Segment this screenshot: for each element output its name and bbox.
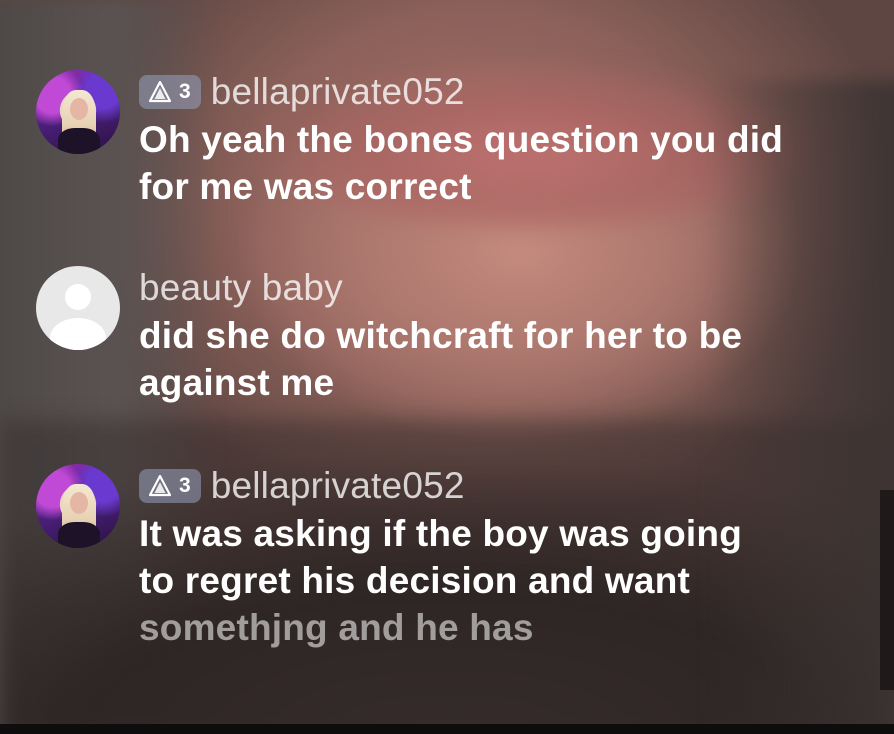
comment-message: Oh yeah the bones question you did for m… (139, 116, 869, 210)
bottom-edge-bar (0, 724, 894, 734)
message-line: did she do witchcraft for her to be (139, 315, 743, 356)
comment-content: 3 bellaprivate052 Oh yeah the bones ques… (139, 70, 869, 210)
message-line: It was asking if the boy was going (139, 513, 743, 554)
level-badge[interactable]: 3 (139, 75, 201, 109)
triangle-level-icon (149, 475, 171, 497)
message-line: against me (139, 362, 335, 403)
badge-level: 3 (179, 80, 191, 103)
message-line: to regret his decision and want (139, 560, 691, 601)
avatar-head-shape (65, 284, 91, 310)
avatar-shoulders-shape (50, 318, 106, 350)
comment-username[interactable]: beauty baby (139, 267, 343, 309)
avatar-body (58, 128, 100, 154)
comment-username[interactable]: bellaprivate052 (211, 465, 465, 507)
live-stream-view: 3 bellaprivate052 Oh yeah the bones ques… (0, 0, 894, 734)
avatar-face (70, 492, 88, 514)
avatar-face (70, 98, 88, 120)
video-background-edge (880, 490, 894, 690)
comment-message: did she do witchcraft for her to be agai… (139, 312, 869, 406)
level-badge[interactable]: 3 (139, 469, 201, 503)
user-photo-avatar[interactable] (36, 70, 120, 154)
comment-header: beauty baby (139, 266, 869, 310)
badge-level: 3 (179, 474, 191, 497)
default-user-avatar[interactable] (36, 266, 120, 350)
comment-content: 3 bellaprivate052 It was asking if the b… (139, 464, 869, 651)
triangle-level-icon (149, 81, 171, 103)
avatar-body (58, 522, 100, 548)
user-photo-avatar[interactable] (36, 464, 120, 548)
comment-username[interactable]: bellaprivate052 (211, 71, 465, 113)
message-line: for me was correct (139, 166, 472, 207)
comment-content: beauty baby did she do witchcraft for he… (139, 266, 869, 406)
comment-header: 3 bellaprivate052 (139, 70, 869, 114)
comment-message: It was asking if the boy was going to re… (139, 510, 869, 651)
message-line: Oh yeah the bones question you did (139, 119, 784, 160)
comment-header: 3 bellaprivate052 (139, 464, 869, 508)
message-line: somethjng and he has (139, 607, 534, 648)
